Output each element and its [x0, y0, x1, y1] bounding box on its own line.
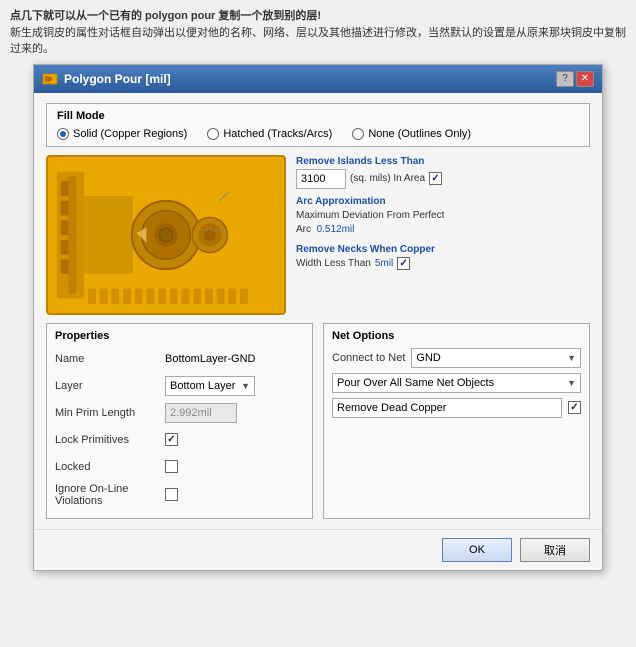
remove-necks-checkbox[interactable] [397, 257, 410, 270]
radio-hatched-circle [207, 128, 219, 140]
pour-over-value: Pour Over All Same Net Objects [337, 377, 494, 389]
intro-line2: 新生成铜皮的属性对话框自动弹出以便对他的名称、网络、层以及其他描述进行修改，当然… [10, 27, 626, 56]
connect-to-net-row: Connect to Net GND ▼ [332, 348, 581, 368]
connect-net-arrow: ▼ [567, 353, 576, 363]
ok-button[interactable]: OK [442, 538, 512, 562]
dialog-title: Polygon Pour [mil] [64, 72, 171, 86]
ignore-violations-label: Ignore On-Line Violations [55, 483, 165, 507]
layer-dropdown-arrow: ▼ [241, 381, 250, 391]
remove-dead-checkbox[interactable] [568, 401, 581, 414]
radio-hatched-label: Hatched (Tracks/Arcs) [223, 128, 332, 140]
radio-none-circle [352, 128, 364, 140]
layer-dropdown-value: Bottom Layer [170, 380, 235, 392]
help-button[interactable]: ? [556, 71, 574, 87]
lock-primitives-checkbox[interactable] [165, 433, 178, 446]
pcb-illustration [46, 155, 286, 315]
dialog-footer: OK 取消 [34, 529, 602, 570]
cancel-button[interactable]: 取消 [520, 538, 590, 562]
pcb-svg [48, 157, 284, 313]
prop-row-lock-prims: Lock Primitives [55, 429, 304, 451]
radio-solid-label: Solid (Copper Regions) [73, 128, 187, 140]
pour-over-arrow: ▼ [567, 378, 576, 388]
prop-row-ignore-violations: Ignore On-Line Violations [55, 483, 304, 507]
connect-label: Connect to Net [332, 352, 405, 364]
pcb-area: Remove Islands Less Than (sq. mils) In A… [46, 155, 590, 315]
bottom-area: Properties Name BottomLayer-GND Layer Bo… [46, 323, 590, 519]
locked-checkbox[interactable] [165, 460, 178, 473]
fill-mode-section: Fill Mode Solid (Copper Regions) Hatched… [46, 103, 590, 147]
net-options-box: Net Options Connect to Net GND ▼ Pour Ov… [323, 323, 590, 519]
remove-islands-checkbox[interactable] [429, 172, 442, 185]
remove-islands-input[interactable] [296, 169, 346, 189]
dialog-body: Fill Mode Solid (Copper Regions) Hatched… [34, 93, 602, 529]
annotation-remove-islands: Remove Islands Less Than (sq. mils) In A… [296, 155, 590, 189]
radio-solid[interactable]: Solid (Copper Regions) [57, 128, 187, 140]
annotation-remove-necks: Remove Necks When Copper Width Less Than… [296, 243, 590, 271]
dialog-icon [42, 71, 58, 87]
intro-line1: 点几下就可以从一个已有的 polygon pour 复制一个放到别的层! [10, 10, 321, 22]
radio-hatched[interactable]: Hatched (Tracks/Arcs) [207, 128, 332, 140]
properties-box: Properties Name BottomLayer-GND Layer Bo… [46, 323, 313, 519]
connect-net-dropdown[interactable]: GND ▼ [411, 348, 581, 368]
prop-row-name: Name BottomLayer-GND [55, 348, 304, 370]
dialog-titlebar: Polygon Pour [mil] ? ✕ [34, 65, 602, 93]
min-prim-label: Min Prim Length [55, 407, 165, 419]
remove-dead-field: Remove Dead Copper [332, 398, 562, 418]
net-options-title: Net Options [332, 330, 581, 342]
radio-none-label: None (Outlines Only) [368, 128, 471, 140]
connect-net-value: GND [416, 352, 440, 364]
properties-title: Properties [55, 330, 304, 342]
layer-label: Layer [55, 380, 165, 392]
remove-dead-label: Remove Dead Copper [337, 402, 446, 414]
radio-none[interactable]: None (Outlines Only) [352, 128, 471, 140]
prop-row-layer: Layer Bottom Layer ▼ [55, 375, 304, 397]
name-label: Name [55, 353, 165, 365]
fill-mode-title: Fill Mode [57, 110, 579, 122]
fill-mode-row: Solid (Copper Regions) Hatched (Tracks/A… [57, 128, 579, 140]
radio-solid-circle [57, 128, 69, 140]
pour-over-dropdown[interactable]: Pour Over All Same Net Objects ▼ [332, 373, 581, 393]
prop-row-min-prim: Min Prim Length [55, 402, 304, 424]
intro-section: 点几下就可以从一个已有的 polygon pour 复制一个放到别的层! 新生成… [10, 8, 626, 58]
name-value: BottomLayer-GND [165, 353, 255, 365]
locked-label: Locked [55, 461, 165, 473]
necks-value: 5mil [375, 257, 393, 271]
polygon-pour-dialog: Polygon Pour [mil] ? ✕ Fill Mode Solid (… [33, 64, 603, 571]
remove-dead-row: Remove Dead Copper [332, 398, 581, 418]
annotation-arc-approx: Arc Approximation Maximum Deviation From… [296, 195, 590, 237]
prop-row-locked: Locked [55, 456, 304, 478]
close-button[interactable]: ✕ [576, 71, 594, 87]
lock-primitives-label: Lock Primitives [55, 434, 165, 446]
layer-dropdown[interactable]: Bottom Layer ▼ [165, 376, 255, 396]
min-prim-input [165, 403, 237, 423]
pcb-annotations: Remove Islands Less Than (sq. mils) In A… [296, 155, 590, 315]
ignore-violations-checkbox[interactable] [165, 488, 178, 501]
